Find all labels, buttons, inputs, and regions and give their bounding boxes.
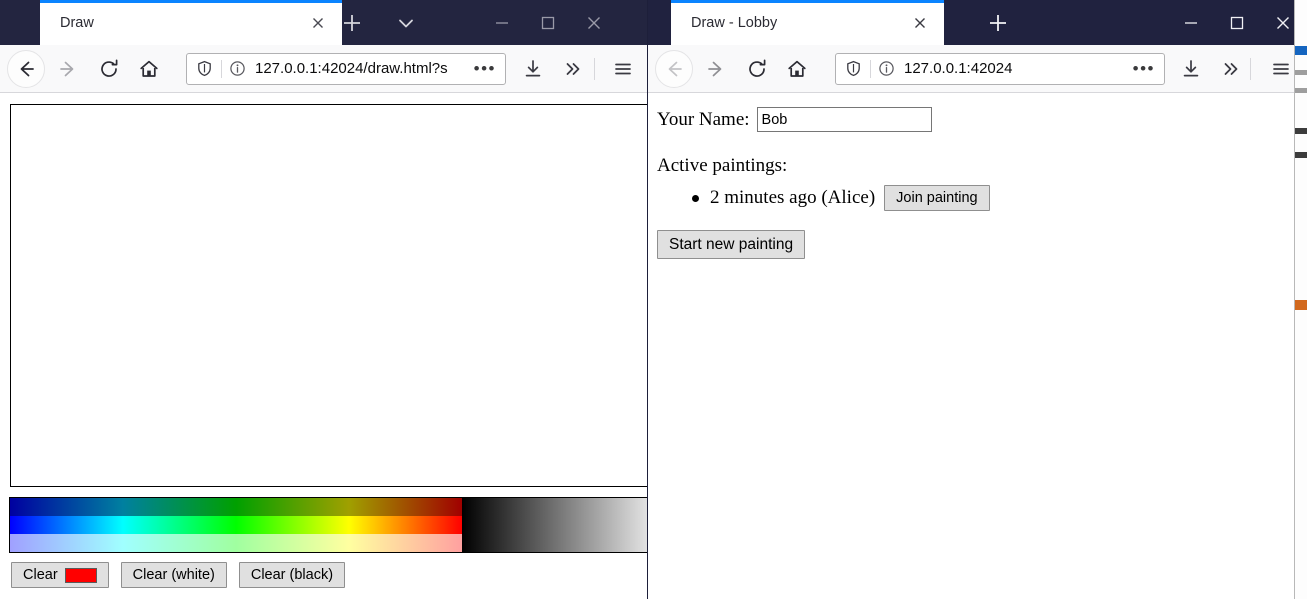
clear-white-button[interactable]: Clear (white)	[120, 562, 227, 589]
draw-browser-window: Draw 127.0.0.1:42024/draw.html?s ••• Cle…	[0, 0, 648, 599]
name-row: Your Name:	[657, 107, 932, 132]
palette-gray-saturated[interactable]	[462, 516, 648, 534]
tab-title: Draw - Lobby	[691, 14, 778, 31]
window-maximize-button[interactable]	[1214, 0, 1260, 45]
window-close-button[interactable]	[1260, 0, 1294, 45]
download-icon[interactable]	[1175, 53, 1207, 85]
background-window-sliver[interactable]	[1294, 0, 1307, 599]
current-color-swatch	[64, 567, 97, 583]
sliver-mark	[1295, 300, 1307, 310]
forward-arrow-icon[interactable]	[700, 53, 732, 85]
clear-black-button[interactable]: Clear (black)	[238, 562, 346, 589]
drawing-canvas[interactable]	[10, 104, 648, 487]
forward-arrow-icon[interactable]	[52, 53, 84, 85]
lobby-titlebar: Draw - Lobby	[648, 0, 1294, 45]
palette-hue-saturated[interactable]	[10, 516, 462, 534]
reload-icon[interactable]	[741, 53, 773, 85]
info-circle-icon[interactable]	[878, 60, 895, 77]
window-minimize-button[interactable]	[479, 0, 525, 45]
chevron-down-icon[interactable]	[393, 10, 419, 36]
window-maximize-button[interactable]	[525, 0, 571, 45]
draw-page-content: Clear Clear (white) Clear (black)	[0, 93, 648, 599]
url-divider	[870, 59, 871, 78]
info-circle-icon[interactable]	[229, 60, 246, 77]
lobby-url-bar[interactable]: 127.0.0.1:42024 •••	[835, 52, 1165, 85]
color-palette[interactable]	[9, 497, 648, 553]
palette-hue-light[interactable]	[10, 534, 462, 552]
window-minimize-button[interactable]	[1168, 0, 1214, 45]
draw-url-bar[interactable]: 127.0.0.1:42024/draw.html?s •••	[186, 52, 506, 85]
tab-active-accent	[671, 0, 944, 3]
url-divider	[221, 59, 222, 78]
sliver-mark	[1295, 70, 1307, 75]
draw-navigation-toolbar: 127.0.0.1:42024/draw.html?s •••	[0, 45, 648, 93]
draw-titlebar: Draw	[0, 0, 648, 45]
active-paintings-list: 2 minutes ago (Alice) Join painting	[692, 185, 990, 212]
active-paintings-heading: Active paintings:	[657, 155, 788, 176]
palette-row-light[interactable]	[10, 534, 648, 552]
double-chevron-right-icon[interactable]	[1215, 53, 1247, 85]
new-tab-button[interactable]	[985, 10, 1011, 36]
ellipsis-icon[interactable]: •••	[1133, 60, 1155, 77]
tab-title: Draw	[60, 14, 94, 31]
url-text: 127.0.0.1:42024	[904, 60, 1013, 77]
lobby-navigation-toolbar: 127.0.0.1:42024 •••	[648, 45, 1294, 93]
list-bullet	[692, 194, 699, 202]
window-right-edge	[647, 0, 648, 599]
start-new-painting-button[interactable]: Start new painting	[657, 230, 806, 260]
home-icon[interactable]	[133, 53, 165, 85]
clear-button-row: Clear Clear (white) Clear (black)	[11, 562, 346, 589]
ellipsis-icon[interactable]: •••	[474, 60, 496, 77]
shield-icon	[845, 60, 862, 77]
palette-hue-dark[interactable]	[10, 498, 462, 516]
hamburger-menu-icon[interactable]	[1265, 53, 1294, 85]
palette-row-saturated[interactable]	[10, 516, 648, 534]
home-icon[interactable]	[781, 53, 813, 85]
palette-gray-light[interactable]	[462, 534, 648, 552]
shield-icon	[196, 60, 213, 77]
url-text: 127.0.0.1:42024/draw.html?s	[255, 60, 448, 77]
back-arrow-icon[interactable]	[7, 49, 45, 88]
tab-active-accent	[40, 0, 342, 3]
painting-description: 2 minutes ago (Alice)	[710, 187, 876, 209]
toolbar-divider	[1250, 57, 1251, 80]
back-arrow-icon[interactable]	[655, 49, 693, 88]
name-label: Your Name:	[657, 108, 750, 130]
sliver-mark	[1295, 152, 1307, 158]
double-chevron-right-icon[interactable]	[557, 53, 589, 85]
window-close-button[interactable]	[571, 0, 617, 45]
sliver-mark	[1295, 88, 1307, 93]
close-icon[interactable]	[308, 13, 328, 33]
name-input[interactable]	[756, 107, 932, 132]
tab-draw-lobby[interactable]: Draw - Lobby	[671, 0, 944, 45]
new-tab-button[interactable]	[339, 10, 365, 36]
join-painting-button[interactable]: Join painting	[884, 185, 990, 212]
palette-gray-dark[interactable]	[462, 498, 648, 516]
download-icon[interactable]	[517, 53, 549, 85]
clear-button-label: Clear	[23, 567, 58, 583]
tab-draw[interactable]: Draw	[40, 0, 342, 45]
list-item: 2 minutes ago (Alice) Join painting	[692, 185, 990, 212]
palette-row-dark[interactable]	[10, 498, 648, 516]
reload-icon[interactable]	[93, 53, 125, 85]
toolbar-divider	[594, 57, 595, 80]
sliver-mark	[1295, 46, 1307, 55]
lobby-page-content: Your Name: Active paintings: 2 minutes a…	[648, 93, 1294, 599]
sliver-mark	[1295, 128, 1307, 134]
close-icon[interactable]	[910, 13, 930, 33]
clear-button[interactable]: Clear	[11, 562, 109, 589]
hamburger-menu-icon[interactable]	[607, 53, 639, 85]
lobby-browser-window: Draw - Lobby 127.0.0.1:42024 ••• Your Na…	[648, 0, 1294, 599]
